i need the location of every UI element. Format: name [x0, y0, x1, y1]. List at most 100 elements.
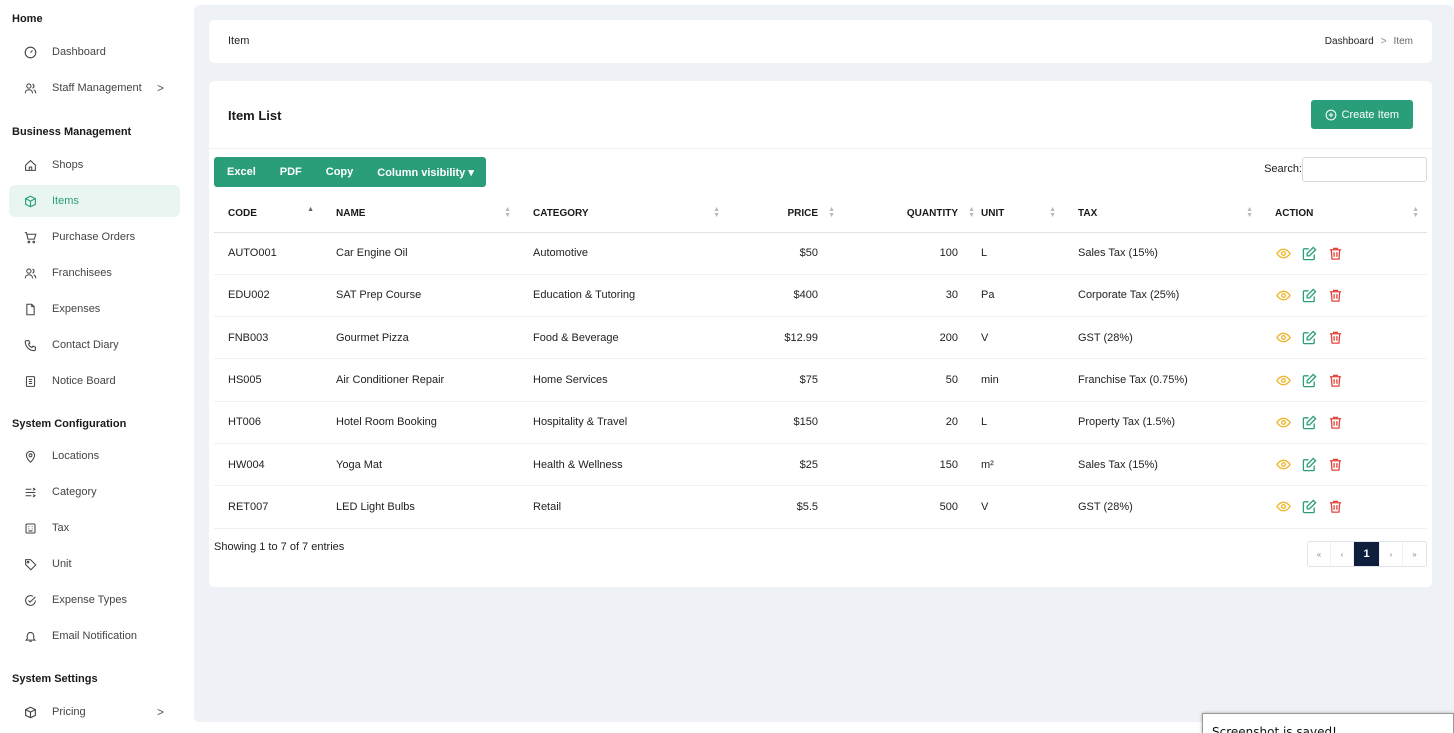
delete-icon[interactable]: [1327, 245, 1344, 262]
view-icon[interactable]: [1275, 498, 1292, 515]
search-input[interactable]: [1302, 157, 1427, 182]
page-1-button[interactable]: 1: [1354, 542, 1380, 566]
sort-icon: ▲ ▼: [504, 206, 511, 219]
sidebar-item-label: Locations: [52, 450, 100, 462]
column-header-tax[interactable]: TAX ▲ ▼: [1064, 195, 1261, 233]
cell-unit: min: [977, 358, 1064, 402]
view-icon[interactable]: [1275, 287, 1292, 304]
cell-quantity: 150: [837, 443, 977, 487]
sort-icon: ▲ ▼: [968, 206, 975, 219]
sidebar-item-pricing[interactable]: Pricing >: [9, 696, 180, 728]
column-visibility-button[interactable]: Column visibility ▾: [365, 157, 486, 187]
sidebar-item-label: Staff Management: [52, 82, 142, 94]
excel-button[interactable]: Excel: [214, 157, 268, 187]
breadcrumb-dashboard-link[interactable]: Dashboard: [1325, 36, 1374, 47]
sidebar-item-expenses[interactable]: Expenses: [9, 293, 180, 325]
copy-button[interactable]: Copy: [314, 157, 366, 187]
column-header-category[interactable]: CATEGORY ▲ ▼: [519, 195, 728, 233]
cell-actions: [1261, 401, 1427, 444]
cell-code: HW004: [214, 443, 322, 487]
sidebar-section-business: Business Management: [12, 126, 132, 138]
delete-icon[interactable]: [1327, 287, 1344, 304]
edit-icon[interactable]: [1301, 414, 1318, 431]
next-page-button[interactable]: ›: [1380, 542, 1403, 566]
sidebar: Home Dashboard Staff Management > Busine…: [0, 0, 194, 733]
edit-icon[interactable]: [1301, 329, 1318, 346]
sidebar-item-unit[interactable]: Unit: [9, 548, 180, 580]
sort-icon: ▲ ▼: [713, 206, 720, 219]
page-title: Item: [228, 35, 250, 47]
edit-icon[interactable]: [1301, 245, 1318, 262]
users-icon: [23, 266, 37, 280]
sidebar-item-label: Contact Diary: [52, 339, 119, 351]
cell-tax: Property Tax (1.5%): [1064, 401, 1261, 444]
cell-code: HS005: [214, 358, 322, 402]
delete-icon[interactable]: [1327, 498, 1344, 515]
delete-icon[interactable]: [1327, 329, 1344, 346]
sidebar-item-tax[interactable]: Tax: [9, 512, 180, 544]
breadcrumb: Dashboard > Item: [1325, 36, 1413, 47]
cell-tax: GST (28%): [1064, 485, 1261, 529]
plus-circle-icon: [1325, 109, 1336, 120]
users-icon: [23, 81, 37, 95]
sidebar-item-email-notification[interactable]: Email Notification: [9, 620, 180, 652]
last-page-button[interactable]: »: [1403, 542, 1426, 566]
prev-page-button[interactable]: ‹: [1331, 542, 1354, 566]
view-icon[interactable]: [1275, 372, 1292, 389]
edit-icon[interactable]: [1301, 287, 1318, 304]
sidebar-item-dashboard[interactable]: Dashboard: [9, 36, 180, 68]
edit-icon[interactable]: [1301, 498, 1318, 515]
cell-actions: [1261, 232, 1427, 275]
sidebar-item-locations[interactable]: Locations: [9, 440, 180, 472]
sidebar-item-staff-management[interactable]: Staff Management >: [9, 72, 180, 104]
column-header-label: UNIT: [981, 207, 1005, 219]
cell-price: $150: [728, 401, 837, 444]
clipboard-icon: [23, 374, 37, 388]
column-header-unit[interactable]: UNIT ▲ ▼: [977, 195, 1064, 233]
cell-price: $75: [728, 358, 837, 402]
cell-category: Automotive: [519, 232, 728, 275]
delete-icon[interactable]: [1327, 372, 1344, 389]
create-item-label: Create Item: [1341, 108, 1399, 121]
sidebar-item-expense-types[interactable]: Expense Types: [9, 584, 180, 616]
view-icon[interactable]: [1275, 329, 1292, 346]
delete-icon[interactable]: [1327, 414, 1344, 431]
column-header-label: ACTION: [1275, 207, 1314, 219]
sidebar-item-franchisees[interactable]: Franchisees: [9, 257, 180, 289]
column-header-code[interactable]: CODE ▲: [214, 195, 322, 233]
category-icon: [23, 485, 37, 499]
file-icon: [23, 302, 37, 316]
view-icon[interactable]: [1275, 414, 1292, 431]
table-row: HT006 Hotel Room Booking Hospitality & Tra…: [214, 401, 1427, 444]
edit-icon[interactable]: [1301, 456, 1318, 473]
sidebar-item-contact-diary[interactable]: Contact Diary: [9, 329, 180, 361]
chevron-right-icon: >: [156, 81, 164, 95]
column-header-quantity[interactable]: QUANTITY ▲ ▼: [837, 195, 977, 233]
cell-quantity: 500: [837, 485, 977, 529]
sidebar-section-system-configuration: System Configuration: [12, 418, 127, 430]
box-icon: [23, 194, 37, 208]
sidebar-item-shops[interactable]: Shops: [9, 149, 180, 181]
cell-code: AUTO001: [214, 232, 322, 275]
sidebar-item-category[interactable]: Category: [9, 476, 180, 508]
cell-category: Education & Tutoring: [519, 274, 728, 318]
sidebar-item-purchase-orders[interactable]: Purchase Orders: [9, 221, 180, 253]
column-header-action[interactable]: ACTION ▲ ▼: [1261, 195, 1427, 233]
sidebar-item-notice-board[interactable]: Notice Board: [9, 365, 180, 397]
create-item-button[interactable]: Create Item: [1310, 100, 1413, 129]
view-icon[interactable]: [1275, 245, 1292, 262]
edit-icon[interactable]: [1301, 372, 1318, 389]
table-row: AUTO001 Car Engine Oil Automotive $50 100 L Sa…: [214, 232, 1427, 275]
column-header-name[interactable]: NAME ▲ ▼: [322, 195, 519, 233]
sort-icon: ▲ ▼: [1246, 206, 1253, 219]
sidebar-item-label: Items: [52, 195, 79, 207]
view-icon[interactable]: [1275, 456, 1292, 473]
pdf-button[interactable]: PDF: [268, 157, 314, 187]
first-page-button[interactable]: «: [1308, 542, 1331, 566]
cell-unit: L: [977, 401, 1064, 444]
sidebar-item-items[interactable]: Items: [9, 185, 180, 217]
delete-icon[interactable]: [1327, 456, 1344, 473]
cell-quantity: 50: [837, 358, 977, 402]
cell-unit: L: [977, 232, 1064, 275]
column-header-price[interactable]: PRICE ▲ ▼: [728, 195, 837, 233]
